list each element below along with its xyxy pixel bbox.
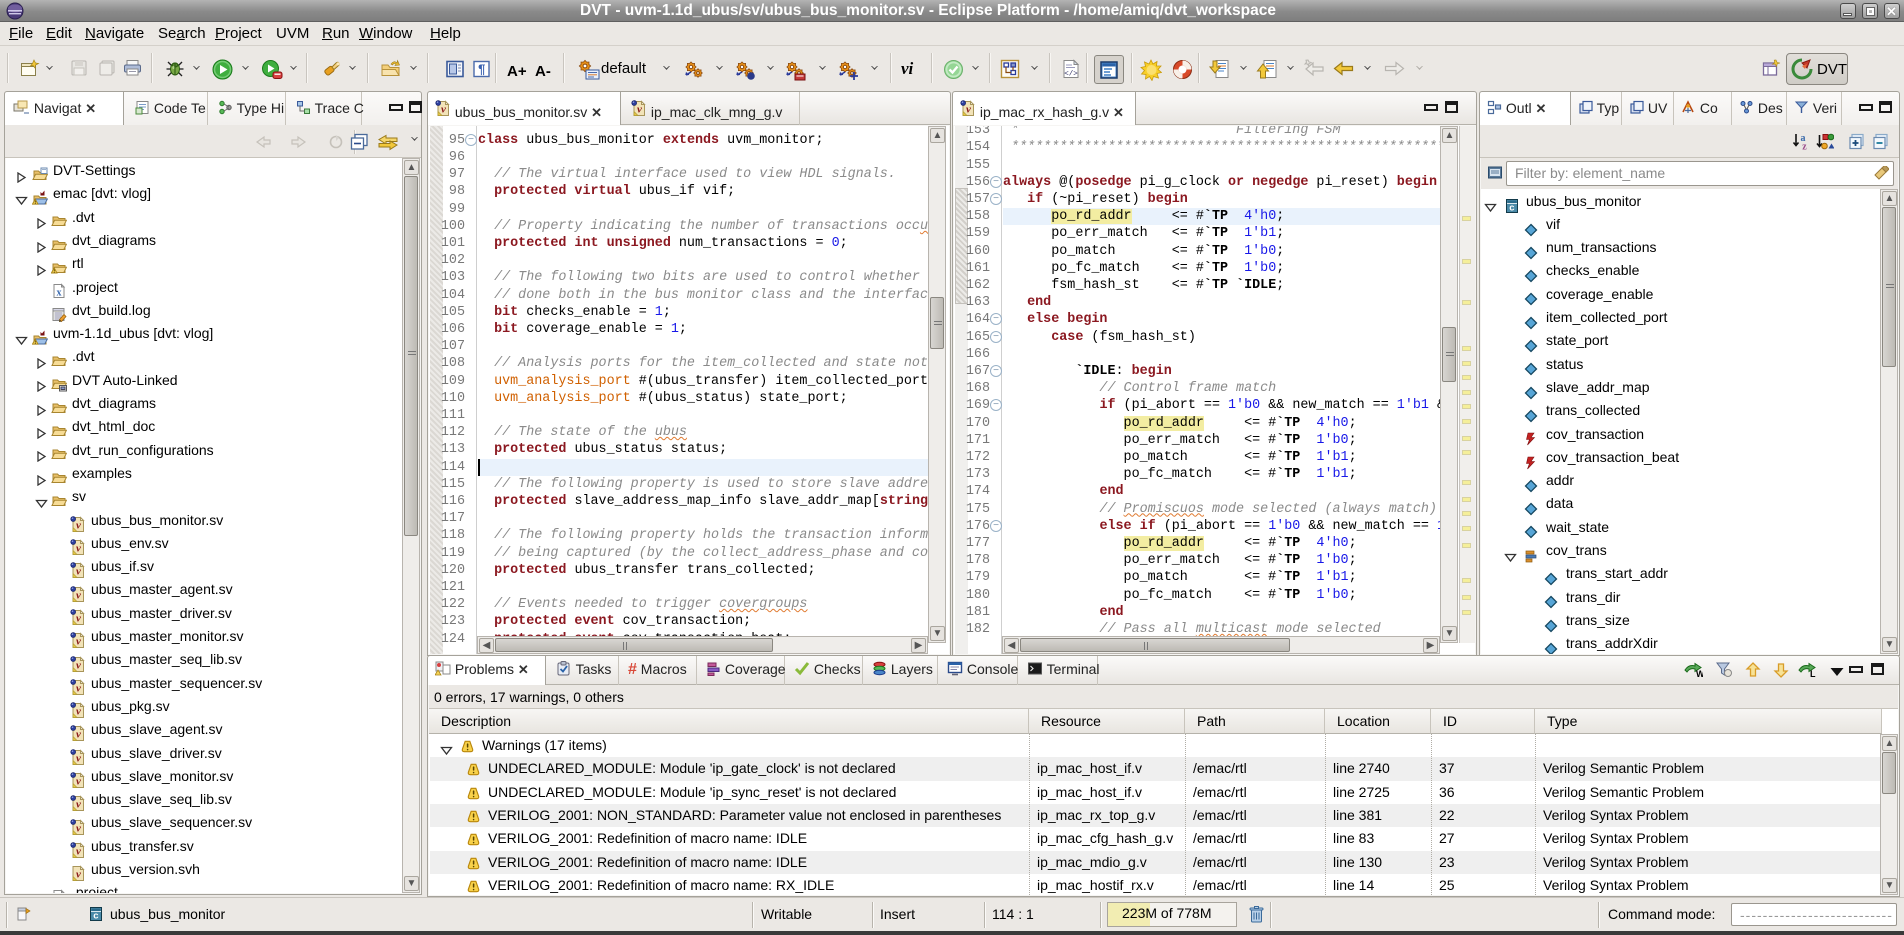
svg-text:v: v — [637, 103, 642, 115]
svg-text:v: v — [76, 775, 81, 787]
svg-text:v: v — [76, 845, 81, 857]
svg-text:v: v — [76, 612, 81, 624]
svg-text:</>: </> — [1064, 71, 1078, 79]
svg-text:L: L — [1810, 669, 1816, 679]
svg-text:x: x — [57, 288, 62, 299]
svg-text:v: v — [76, 589, 81, 601]
svg-text:v: v — [76, 705, 81, 717]
svg-text:W: W — [1696, 669, 1703, 679]
svg-text:v: v — [76, 729, 81, 741]
svg-text:v: v — [76, 799, 81, 811]
svg-text:c: c — [93, 911, 99, 922]
svg-text:v: v — [966, 103, 971, 115]
svg-text:¶: ¶ — [478, 62, 485, 77]
svg-text:z: z — [1802, 142, 1807, 151]
svg-text:v: v — [76, 519, 81, 531]
svg-text:v: v — [76, 659, 81, 671]
svg-text:v: v — [76, 636, 81, 648]
svg-text:v: v — [76, 682, 81, 694]
svg-text:v: v — [76, 869, 81, 881]
svg-text:v: v — [76, 752, 81, 764]
svg-text:v: v — [76, 566, 81, 578]
svg-text:v: v — [441, 103, 446, 115]
svg-text:v: v — [76, 822, 81, 834]
svg-text:v: v — [76, 542, 81, 554]
